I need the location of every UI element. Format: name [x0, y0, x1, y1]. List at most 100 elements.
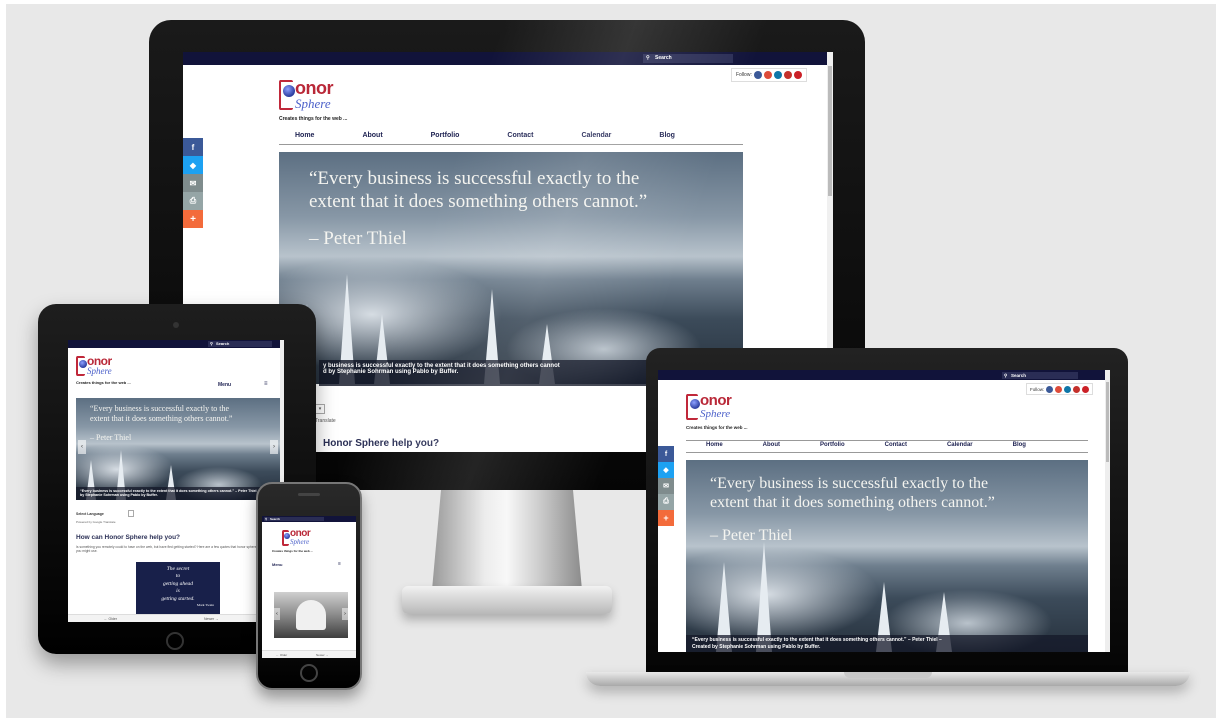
- older-posts-link[interactable]: ← Older: [276, 653, 287, 657]
- nav-contact[interactable]: Contact: [885, 442, 907, 448]
- tablet-camera: [173, 322, 179, 328]
- menu-toggle[interactable]: Menu: [272, 562, 282, 567]
- nav-divider: [686, 452, 1088, 453]
- main-nav: Home About Portfolio Contact Calendar Bl…: [295, 132, 675, 139]
- scrollbar-thumb[interactable]: [828, 66, 832, 196]
- site-tagline: Creates things for the web ...: [76, 380, 131, 385]
- search-input[interactable]: ⚲ Search: [264, 517, 324, 521]
- scrollbar-thumb[interactable]: [1106, 382, 1109, 462]
- hero-slideshow[interactable]: “Every business is successful exactly to…: [686, 460, 1088, 652]
- youtube-icon[interactable]: [783, 71, 792, 79]
- arrow-left-icon: ←: [276, 653, 279, 657]
- nav-blog[interactable]: Blog: [659, 132, 675, 139]
- pinterest-icon[interactable]: [1082, 385, 1090, 393]
- language-select[interactable]: Select Language: [76, 512, 104, 516]
- hero-caption: “Every business is successful exactly to…: [686, 635, 1088, 652]
- nav-calendar[interactable]: Calendar: [581, 132, 611, 139]
- top-bar: ⚲ Search: [262, 516, 356, 522]
- print-icon[interactable]: ⎙: [183, 192, 203, 210]
- nav-divider: [279, 144, 743, 145]
- language-select-arrow[interactable]: [128, 510, 134, 517]
- share-sidebar: f ◆ ✉ ⎙ +: [658, 446, 674, 526]
- slide-next-button[interactable]: ›: [270, 440, 278, 454]
- tablet-screen: ⚲ Search onor Sphere Creates things for …: [68, 340, 284, 622]
- site-tagline: Creates things for the web ...: [279, 116, 348, 122]
- newer-posts-link[interactable]: Newer →: [204, 617, 219, 621]
- help-heading: How can Honor Sphere help you?: [76, 534, 181, 541]
- search-icon: ⚲: [210, 341, 213, 346]
- nav-contact[interactable]: Contact: [507, 132, 533, 139]
- monitor-stand-neck: [432, 490, 582, 590]
- laptop-notch: [844, 672, 932, 678]
- nav-portfolio[interactable]: Portfolio: [431, 132, 460, 139]
- phone-home-button[interactable]: [300, 664, 318, 682]
- hero-quote: “Every business is successful exactly to…: [90, 404, 233, 443]
- scrollbar[interactable]: [1105, 370, 1110, 652]
- language-select[interactable]: ▾: [315, 404, 325, 414]
- nav-portfolio[interactable]: Portfolio: [820, 442, 845, 448]
- google-plus-icon[interactable]: [1055, 385, 1063, 393]
- pinterest-icon[interactable]: [793, 71, 802, 79]
- post-footer-nav: ← Older Newer →: [68, 614, 284, 622]
- plus-icon[interactable]: +: [658, 510, 674, 526]
- arrow-right-icon: →: [215, 617, 219, 621]
- search-input[interactable]: ⚲ Search: [208, 341, 272, 347]
- hamburger-icon[interactable]: ≡: [264, 381, 268, 387]
- slide-prev-button[interactable]: ‹: [274, 608, 280, 620]
- quote-card: The secret to getting ahead is getting s…: [136, 562, 220, 614]
- help-body: Is something you remotely could to have …: [76, 545, 268, 554]
- print-icon[interactable]: ⎙: [658, 494, 674, 510]
- device-mockup-stage: ⚲ Search Follow: onor Sphere Creates thi…: [6, 4, 1216, 718]
- linkedin-icon[interactable]: [773, 71, 782, 79]
- tablet-home-button[interactable]: [166, 632, 184, 650]
- newer-posts-link[interactable]: Newer →: [316, 653, 329, 657]
- translate-powered: Powered by Google Translate: [76, 520, 116, 524]
- search-input[interactable]: ⚲ Search: [1002, 372, 1078, 379]
- laptop-screen: ⚲ Search Follow: onor Sphere Creates thi…: [658, 370, 1110, 652]
- slide-next-button[interactable]: ›: [342, 608, 348, 620]
- hero-quote: “Every business is successful exactly to…: [710, 475, 995, 545]
- arrow-right-icon: →: [325, 653, 329, 657]
- phone-speaker: [298, 493, 320, 496]
- facebook-icon[interactable]: [1046, 385, 1054, 393]
- search-input[interactable]: ⚲ Search: [643, 54, 733, 63]
- nav-home[interactable]: Home: [706, 442, 723, 448]
- top-bar: ⚲ Search: [68, 340, 284, 348]
- email-icon[interactable]: ✉: [183, 174, 203, 192]
- phone-screen: ⚲ Search onor Sphere Creates things for …: [262, 516, 356, 658]
- top-bar: ⚲ Search: [183, 52, 833, 65]
- phone-slideshow[interactable]: ‹ ›: [274, 592, 348, 638]
- follow-bar: Follow:: [1026, 383, 1094, 395]
- hero-quote: “Every business is successful exactly to…: [309, 168, 648, 249]
- email-icon[interactable]: ✉: [658, 478, 674, 494]
- follow-bar: Follow:: [731, 68, 807, 82]
- nav-home[interactable]: Home: [295, 132, 314, 139]
- google-plus-icon[interactable]: [763, 71, 772, 79]
- hero-slideshow[interactable]: “Every business is successful exactly to…: [76, 398, 280, 500]
- nav-about[interactable]: About: [763, 442, 780, 448]
- hamburger-icon[interactable]: ≡: [338, 561, 341, 567]
- site-tagline: Creates things for the web ...: [686, 425, 748, 430]
- facebook-icon[interactable]: f: [658, 446, 674, 462]
- top-bar: ⚲ Search: [658, 370, 1110, 380]
- twitter-icon[interactable]: ◆: [658, 462, 674, 478]
- plus-icon[interactable]: +: [183, 210, 203, 228]
- facebook-icon[interactable]: f: [183, 138, 203, 156]
- post-footer-nav: ← Older Newer →: [262, 650, 356, 658]
- share-sidebar: f ◆ ✉ ⎙ +: [183, 138, 203, 228]
- menu-toggle[interactable]: Menu: [218, 382, 231, 388]
- site-tagline: Creates things for the web ...: [272, 549, 314, 553]
- search-icon: ⚲: [646, 55, 650, 61]
- nav-about[interactable]: About: [362, 132, 382, 139]
- facebook-icon[interactable]: [753, 71, 762, 79]
- older-posts-link[interactable]: ← Older: [104, 617, 117, 621]
- linkedin-icon[interactable]: [1064, 385, 1072, 393]
- twitter-icon[interactable]: ◆: [183, 156, 203, 174]
- slide-prev-button[interactable]: ‹: [78, 440, 86, 454]
- help-heading: Honor Sphere help you?: [323, 438, 440, 449]
- youtube-icon[interactable]: [1073, 385, 1081, 393]
- search-icon: ⚲: [265, 517, 268, 521]
- nav-blog[interactable]: Blog: [1013, 442, 1026, 448]
- nav-calendar[interactable]: Calendar: [947, 442, 973, 448]
- hero-caption: “Every business is successful exactly to…: [76, 486, 280, 500]
